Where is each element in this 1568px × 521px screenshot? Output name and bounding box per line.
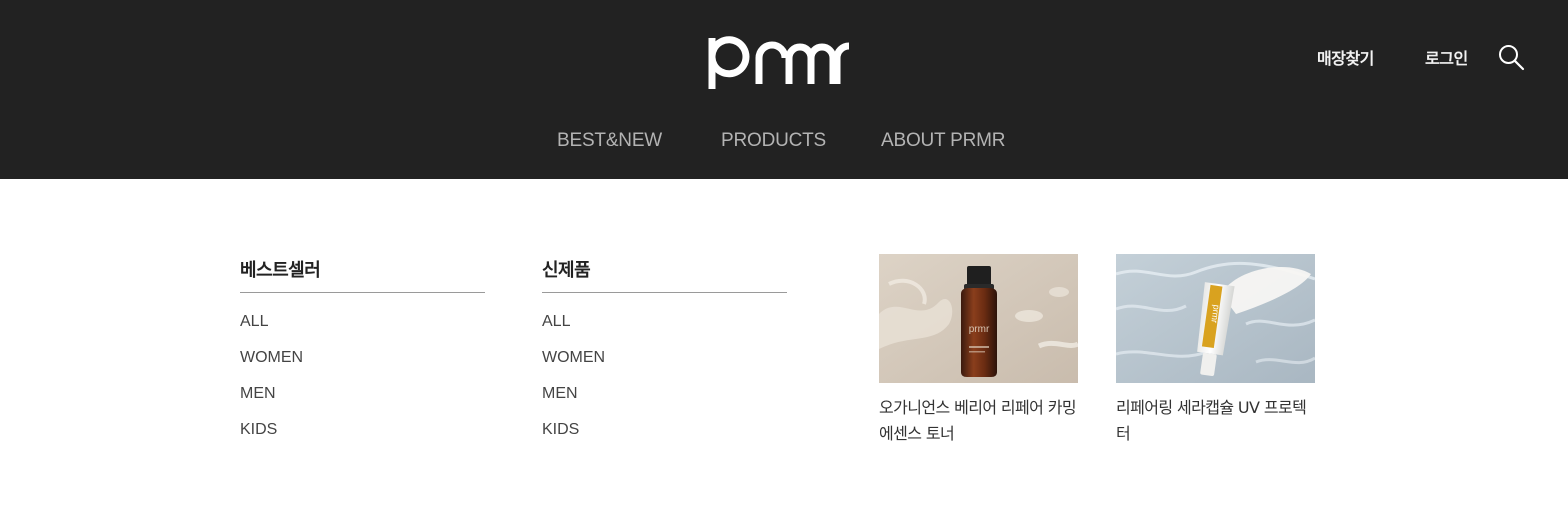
bestseller-all-link[interactable]: ALL	[240, 312, 485, 348]
new-men-link[interactable]: MEN	[542, 384, 787, 420]
divider	[542, 292, 787, 293]
bestseller-kids-link[interactable]: KIDS	[240, 420, 485, 456]
product-image[interactable]: prmr	[879, 254, 1078, 383]
svg-text:prmr: prmr	[969, 324, 990, 335]
nav-about[interactable]: ABOUT PRMR	[881, 130, 1006, 152]
product-card[interactable]: prmr 리페어링 세라캡슐 UV 프로텍터	[1116, 254, 1315, 447]
login-link[interactable]: 로그인	[1425, 45, 1468, 69]
bestseller-men-link[interactable]: MEN	[240, 384, 485, 420]
new-products-list: ALL WOMEN MEN KIDS	[542, 312, 787, 456]
product-name[interactable]: 리페어링 세라캡슐 UV 프로텍터	[1116, 395, 1315, 447]
bestseller-women-link[interactable]: WOMEN	[240, 348, 485, 384]
new-women-link[interactable]: WOMEN	[542, 348, 787, 384]
divider	[240, 292, 485, 293]
search-icon[interactable]	[1497, 43, 1525, 71]
product-name[interactable]: 오가니언스 베리어 리페어 카밍 에센스 토너	[879, 395, 1078, 447]
nav-products[interactable]: PRODUCTS	[721, 130, 826, 152]
bestseller-list: ALL WOMEN MEN KIDS	[240, 312, 485, 456]
store-finder-link[interactable]: 매장찾기	[1317, 45, 1374, 69]
product-image[interactable]: prmr	[1116, 254, 1315, 383]
product-card[interactable]: prmr 오가니언스 베리어 리페어 카밍 에센스 토너	[879, 254, 1078, 447]
new-all-link[interactable]: ALL	[542, 312, 787, 348]
bestseller-column: 베스트셀러 ALL WOMEN MEN KIDS	[240, 256, 485, 456]
nav-best-new[interactable]: BEST&NEW	[557, 130, 662, 152]
bestseller-title[interactable]: 베스트셀러	[240, 256, 485, 281]
new-products-column: 신제품 ALL WOMEN MEN KIDS	[542, 256, 787, 456]
new-products-title[interactable]: 신제품	[542, 256, 787, 281]
site-header: 매장찾기 로그인 BEST&NEW PRODUCTS ABOUT PRMR	[0, 0, 1568, 179]
new-kids-link[interactable]: KIDS	[542, 420, 787, 456]
prmr-logo[interactable]	[705, 28, 849, 92]
